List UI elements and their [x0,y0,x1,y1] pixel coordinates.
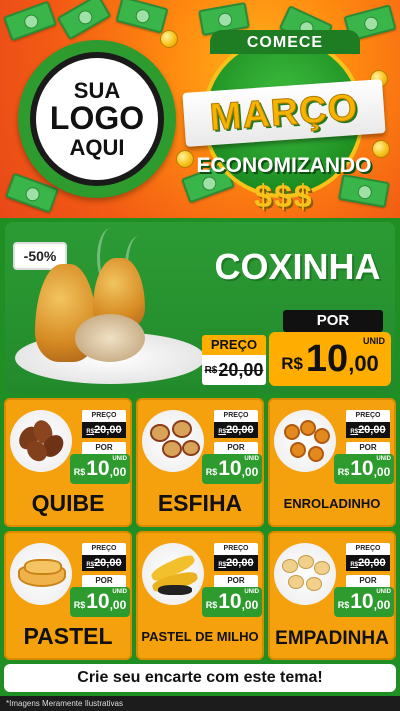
old-price: R$20,00 [82,555,126,571]
new-price-decimal: ,00 [348,351,379,376]
pastel-image [10,543,72,605]
new-price-label: POR [82,442,126,454]
product-card: PREÇO R$20,00 POR UNID R$ 10,00 PASTEL DE… [136,531,264,660]
product-name: ESFIHA [157,490,243,516]
product-name: ENROLADINHO [283,496,381,511]
new-price: UNID R$ 10,00 [202,454,262,484]
disclaimer-text: *Imagens Meramente Ilustrativas [0,696,400,711]
product-card: PREÇO R$20,00 POR UNID R$ 10,00 PASTEL [4,531,132,660]
new-price-label: POR [346,442,390,454]
coin-icon [160,30,178,48]
campaign-top-text: COMECE [210,30,360,54]
logo-circle: SUA LOGO AQUI [30,52,164,186]
new-price: UNID R$ 10,00 [70,587,130,617]
old-price: R$20,00 [346,422,390,438]
money-bill-icon [115,0,169,34]
campaign-month: MARÇO [208,86,360,139]
old-price-label: PREÇO [214,410,258,422]
new-price: UNID R$ 10,00 [334,587,394,617]
old-price-label: PREÇO [202,335,266,355]
product-card: PREÇO R$20,00 POR UNID R$ 10,00 EMPADINHA [268,531,396,660]
logo-text-line: AQUI [69,134,125,160]
product-name: PASTEL DE MILHO [141,629,259,644]
new-price-label: POR [346,575,390,587]
old-price-label: PREÇO [346,543,390,555]
money-bill-icon [56,0,112,41]
product-name: EMPADINHA [275,628,389,649]
quibe-image [10,410,72,472]
new-price-integer: 10 [305,337,349,380]
featured-product-card: -50% COXINHA PREÇO R$ 20,00 POR UNID R$ … [5,222,395,394]
new-price: UNID R$ 10,00 [334,454,394,484]
product-card: PREÇO R$20,00 POR UNID R$ 10,00 QUIBE [4,398,132,527]
product-card: PREÇO R$20,00 POR UNID R$ 10,00 ENROLADIN… [268,398,396,527]
header-banner: SUA LOGO AQUI COMECE MARÇO ECONOMIZANDO … [0,0,400,218]
campaign-badge: COMECE MARÇO ECONOMIZANDO $$$ [182,30,386,214]
empadinha-image [274,543,336,605]
unit-label: UNID [363,336,385,346]
old-price: R$20,00 [82,422,126,438]
old-price: R$20,00 [214,422,258,438]
logo-text-line: SUA [73,78,121,104]
product-name: PASTEL [23,623,113,649]
logo-text-line: LOGO [49,100,145,137]
logo-placeholder: SUA LOGO AQUI [18,40,176,198]
new-price-label: POR [214,442,258,454]
old-price-label: PREÇO [82,543,126,555]
old-price-label: PREÇO [82,410,126,422]
old-price-label: PREÇO [346,410,390,422]
campaign-money-signs: $$$ [254,178,314,214]
featured-product-name: COXINHA [214,246,381,287]
new-price-label: POR [214,575,258,587]
campaign-subtitle: ECONOMIZANDO [196,154,372,177]
new-price-label: POR [283,310,383,332]
new-price-label: POR [82,575,126,587]
product-name: QUIBE [31,490,105,516]
old-price-value: 20,00 [218,359,264,380]
old-price-label: PREÇO [214,543,258,555]
product-grid: PREÇO R$20,00 POR UNID R$ 10,00 QUIBE PRE… [4,398,396,660]
new-price: UNID R$ 10,00 [70,454,130,484]
new-price: UNID R$ 10 ,00 [269,332,391,386]
product-card: PREÇO R$20,00 POR UNID R$ 10,00 ESFIHA [136,398,264,527]
new-price: UNID R$ 10,00 [202,587,262,617]
old-price-currency: R$ [204,364,218,376]
esfiha-image [142,410,204,472]
pastel-de-milho-image [142,543,204,605]
old-price: R$ 20,00 [202,355,266,385]
money-bill-icon [3,0,57,42]
create-flyer-link[interactable]: Crie seu encarte com este tema! [4,664,396,692]
enroladinho-image [274,410,336,472]
old-price: R$20,00 [346,555,390,571]
old-price: R$20,00 [214,555,258,571]
new-price-currency: R$ [281,354,303,373]
